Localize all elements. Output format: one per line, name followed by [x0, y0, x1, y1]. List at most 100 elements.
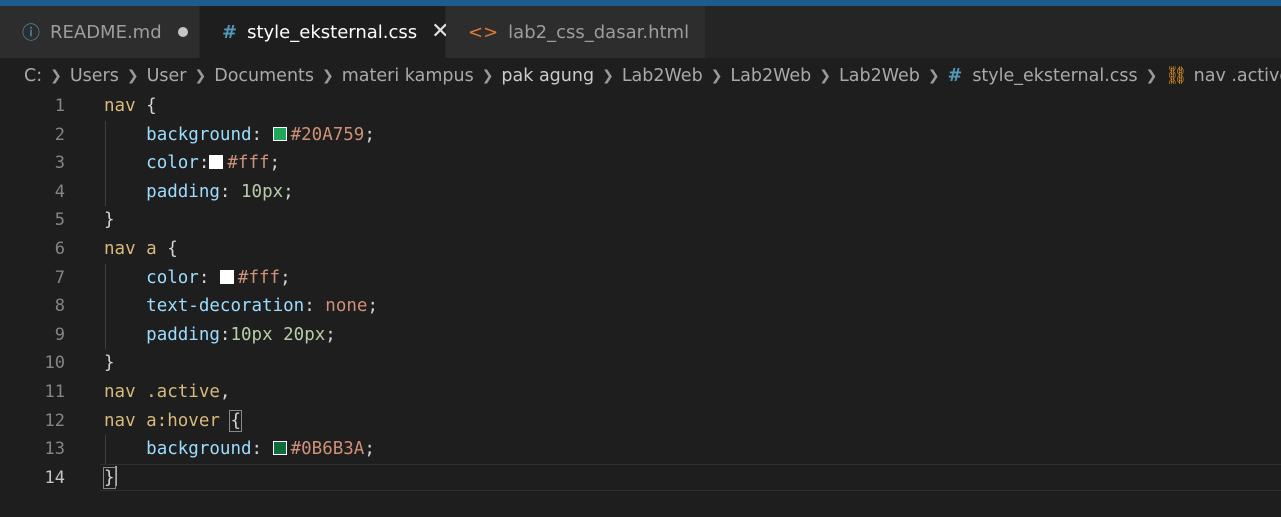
breadcrumb-item[interactable]: User [147, 66, 187, 86]
close-brace: } [103, 466, 116, 489]
breadcrumb-item[interactable]: Documents [214, 66, 314, 86]
colon: : [219, 324, 231, 345]
css-property: padding [146, 324, 220, 345]
line-number: 9 [54, 324, 65, 345]
css-value: #fff [227, 153, 270, 174]
chevron-right-icon: ❯ [322, 68, 334, 84]
chevron-right-icon: ❯ [50, 68, 62, 84]
semicolon: ; [325, 324, 336, 345]
tab-readme[interactable]: ⓘ README.md [0, 6, 200, 58]
code-line[interactable]: 13 background: #0B6B3A; [0, 435, 1281, 464]
line-number: 12 [44, 410, 65, 431]
tab-label: lab2_css_dasar.html [508, 21, 690, 43]
line-number: 11 [44, 382, 65, 402]
chevron-right-icon: ❯ [602, 68, 614, 84]
line-number: 7 [54, 267, 65, 288]
color-swatch[interactable] [272, 441, 287, 456]
css-value: #fff [237, 267, 281, 288]
semicolon: ; [269, 153, 281, 174]
editor-tab-bar: ⓘ README.md # style_eksternal.css ✕ <> l… [0, 6, 1281, 58]
code-line[interactable]: 7 color: #fff; [0, 264, 1281, 293]
line-number: 13 [44, 439, 65, 460]
css-selector: nav [104, 96, 136, 116]
css-selector: nav a [104, 239, 157, 259]
colon: : [251, 439, 273, 460]
chevron-right-icon: ❯ [481, 68, 494, 84]
code-line-current[interactable]: 14 } [0, 464, 1281, 493]
line-number: 14 [44, 467, 65, 488]
code-line[interactable]: 3 color: #fff; [0, 149, 1281, 178]
line-number: 3 [54, 153, 65, 174]
code-line[interactable]: 1 nav { [0, 92, 1281, 121]
css-property: color [146, 153, 199, 174]
css-selector: nav a:hover [104, 410, 220, 431]
line-number: 10 [44, 353, 65, 374]
text-cursor [114, 465, 117, 486]
open-brace: { [135, 96, 157, 116]
line-number: 4 [54, 181, 65, 202]
info-icon: ⓘ [22, 23, 40, 44]
breadcrumb-file[interactable]: style_eksternal.css [972, 66, 1137, 86]
code-line[interactable]: 6 nav a { [0, 235, 1281, 264]
colon: : [198, 153, 210, 174]
breadcrumb-item[interactable]: Lab2Web [730, 66, 811, 86]
code-line[interactable]: 4 padding: 10px; [0, 178, 1281, 207]
breadcrumb-item[interactable]: Users [70, 66, 119, 86]
code-line[interactable]: 11 nav .active, [0, 378, 1281, 407]
css-selector: nav .active [104, 382, 220, 402]
css-value: #20A759 [290, 124, 365, 145]
code-line[interactable]: 9 padding:10px 20px; [0, 321, 1281, 350]
tab-label: style_eksternal.css [247, 21, 418, 43]
semicolon: ; [364, 439, 375, 460]
css-value: none [325, 296, 368, 317]
line-number: 2 [54, 124, 65, 145]
breadcrumb-item[interactable]: C: [24, 66, 42, 86]
css-hash-icon: # [947, 66, 963, 86]
code-editor[interactable]: 1 nav { 2 background: #20A759; 3 color: #… [0, 92, 1281, 517]
chevron-right-icon: ❯ [126, 68, 139, 84]
chevron-right-icon: ❯ [819, 68, 832, 84]
code-line[interactable]: 2 background: #20A759; [0, 121, 1281, 150]
breadcrumb-item[interactable]: materi kampus [342, 66, 474, 86]
color-swatch[interactable] [272, 126, 287, 141]
css-property: padding [146, 181, 220, 202]
code-line[interactable]: 12 nav a:hover { [0, 407, 1281, 436]
unsaved-dot-icon[interactable] [177, 27, 188, 37]
close-brace: } [104, 353, 115, 374]
close-brace: } [104, 210, 115, 231]
css-value: 10px [241, 181, 284, 202]
code-line[interactable]: 8 text-decoration: none; [0, 292, 1281, 321]
semicolon: ; [280, 267, 291, 288]
css-property: color [146, 267, 199, 288]
chevron-right-icon: ❯ [194, 68, 207, 84]
chevron-right-icon: ❯ [710, 68, 723, 84]
css-hash-icon: # [222, 21, 238, 43]
breadcrumb-symbol[interactable]: nav .active [1194, 66, 1281, 86]
semicolon: ; [364, 124, 375, 145]
breadcrumb-item[interactable]: Lab2Web [622, 66, 703, 86]
css-value: 10px 20px [230, 324, 326, 345]
colon: : [219, 181, 241, 202]
tab-style-eksternal[interactable]: # style_eksternal.css ✕ [200, 6, 450, 58]
code-line[interactable]: 5 } [0, 206, 1281, 235]
open-brace: { [156, 239, 178, 259]
line-number: 8 [54, 296, 65, 317]
breadcrumb-item[interactable]: pak agung [501, 66, 594, 86]
symbol-class-icon: ⛓ [1165, 66, 1188, 86]
color-swatch[interactable] [209, 155, 224, 170]
breadcrumb: C: ❯ Users ❯ User ❯ Documents ❯ materi kampu… [24, 62, 1281, 90]
css-value: #0B6B3A [290, 439, 365, 460]
colon: : [251, 124, 273, 145]
color-swatch[interactable] [219, 269, 234, 284]
code-line[interactable]: 10 } [0, 349, 1281, 378]
colon: : [304, 296, 326, 317]
tab-lab2-html[interactable]: <> lab2_css_dasar.html [446, 6, 706, 58]
css-property: background [146, 124, 252, 145]
chevron-right-icon: ❯ [927, 68, 940, 84]
line-number: 1 [54, 96, 65, 116]
comma: , [219, 382, 231, 402]
semicolon: ; [367, 296, 378, 317]
breadcrumb-item[interactable]: Lab2Web [839, 66, 920, 86]
tab-label: README.md [50, 21, 162, 43]
css-property: text-decoration [146, 296, 305, 317]
